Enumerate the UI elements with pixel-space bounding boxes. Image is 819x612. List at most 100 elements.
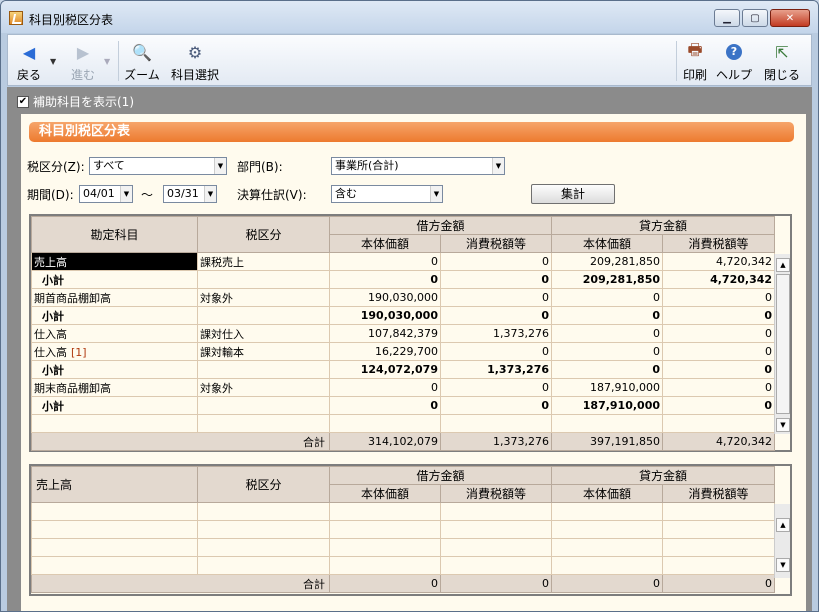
tax-category-label: 税区分(Z): bbox=[27, 160, 85, 174]
scroll-down-icon[interactable]: ▼ bbox=[776, 558, 790, 572]
account-cell: 売上高 bbox=[31, 252, 198, 271]
scroll-down-icon[interactable]: ▼ bbox=[776, 418, 790, 432]
amount-cell: 0 bbox=[551, 360, 664, 379]
table-row[interactable] bbox=[31, 502, 776, 521]
amount-cell: 209,281,850 bbox=[551, 252, 664, 271]
scroll-up-icon[interactable]: ▲ bbox=[776, 258, 790, 272]
tax-column-header[interactable]: 税区分 bbox=[197, 216, 330, 253]
period-to-select[interactable]: 03/31 ▼ bbox=[163, 185, 217, 203]
credit-tax-header: 消費税額等 bbox=[662, 234, 776, 253]
amount-cell: 0 bbox=[439, 252, 553, 271]
table-row[interactable]: 仕入高 課対仕入 107,842,379 1,373,276 0 0 bbox=[31, 324, 776, 343]
tax-cell: 課対仕入 bbox=[197, 324, 330, 343]
aggregate-button[interactable]: 集計 bbox=[531, 184, 615, 204]
maximize-button[interactable]: ▢ bbox=[742, 9, 768, 27]
total-amount-cell: 314,102,079 bbox=[329, 432, 441, 451]
table-row[interactable]: 小計 190,030,000 0 0 0 bbox=[31, 306, 776, 325]
tax-cell: 課税売上 bbox=[197, 252, 330, 271]
back-arrow-icon: ◀ bbox=[22, 42, 36, 62]
amount-cell: 0 bbox=[662, 396, 776, 415]
amount-cell: 0 bbox=[551, 342, 664, 361]
minimize-button[interactable]: ▁ bbox=[714, 9, 740, 27]
total-amount-cell: 0 bbox=[551, 574, 664, 593]
detail-vertical-scrollbar[interactable]: ▲ ▼ bbox=[774, 504, 790, 578]
tax-cell bbox=[197, 306, 330, 325]
chevron-down-icon: ▼ bbox=[430, 186, 442, 202]
amount-cell: 0 bbox=[329, 396, 441, 415]
help-button[interactable]: ? ヘルプ bbox=[714, 39, 754, 83]
app-icon bbox=[9, 11, 23, 25]
detail-tax-header[interactable]: 税区分 bbox=[197, 466, 330, 503]
back-button[interactable]: ◀ 戻る bbox=[14, 39, 44, 83]
account-cell: 小計 bbox=[31, 270, 198, 289]
tax-category-select[interactable]: すべて ▼ bbox=[89, 157, 227, 175]
zoom-button[interactable]: 🔍 ズーム bbox=[122, 39, 162, 83]
chevron-down-icon: ▼ bbox=[204, 186, 216, 202]
detail-account-header[interactable]: 売上高 bbox=[31, 466, 198, 503]
period-from-select[interactable]: 04/01 ▼ bbox=[79, 185, 133, 203]
amount-cell: 0 bbox=[329, 270, 441, 289]
total-amount-cell: 1,373,276 bbox=[439, 432, 553, 451]
select-account-button[interactable]: ⚙ 科目選択 bbox=[170, 39, 220, 83]
account-cell: 小計 bbox=[31, 360, 198, 379]
table-row[interactable]: 期首商品棚卸高 対象外 190,030,000 0 0 0 bbox=[31, 288, 776, 307]
detail-credit-tax-header: 消費税額等 bbox=[662, 484, 776, 503]
credit-base-header: 本体価額 bbox=[551, 234, 664, 253]
amount-cell: 0 bbox=[439, 288, 553, 307]
table-row[interactable]: 小計 0 0 187,910,000 0 bbox=[31, 396, 776, 415]
scroll-up-icon[interactable]: ▲ bbox=[776, 518, 790, 532]
total-row: 合計 314,102,079 1,373,276 397,191,850 4,720,3… bbox=[31, 432, 776, 451]
detail-credit-header: 貸方金額 bbox=[551, 466, 776, 485]
table-row[interactable]: 小計 0 0 209,281,850 4,720,342 bbox=[31, 270, 776, 289]
amount-cell: 0 bbox=[551, 324, 664, 343]
print-button[interactable]: 🖶 印刷 bbox=[680, 39, 710, 83]
report-content: 科目別税区分表 税区分(Z): すべて ▼ 部門(B): 事業所(合計) ▼ 期… bbox=[21, 114, 806, 611]
forward-history-dropdown-icon[interactable]: ▼ bbox=[104, 57, 110, 66]
title-bar: 科目別税区分表 ▁ ▢ ✕ bbox=[1, 1, 818, 33]
detail-debit-base-header: 本体価額 bbox=[329, 484, 441, 503]
help-icon: ? bbox=[724, 42, 744, 62]
amount-cell: 4,720,342 bbox=[662, 252, 776, 271]
close-button[interactable]: ⇱ 閉じる bbox=[760, 39, 804, 83]
amount-cell: 0 bbox=[439, 306, 553, 325]
sub-account-index: [1] bbox=[71, 345, 87, 359]
amount-cell: 124,072,079 bbox=[329, 360, 441, 379]
table-row[interactable]: 仕入高 [1] 課対輸本 16,229,700 0 0 0 bbox=[31, 342, 776, 361]
back-history-dropdown-icon[interactable]: ▼ bbox=[50, 57, 56, 66]
print-icon: 🖶 bbox=[687, 39, 703, 59]
table-row[interactable] bbox=[31, 538, 776, 557]
tax-cell bbox=[197, 270, 330, 289]
table-row[interactable] bbox=[31, 520, 776, 539]
chevron-down-icon: ▼ bbox=[120, 186, 132, 202]
show-sub-accounts-checkbox[interactable]: ✔ bbox=[17, 95, 29, 108]
amount-cell: 0 bbox=[329, 378, 441, 397]
credit-column-header: 貸方金額 bbox=[551, 216, 776, 235]
total-label: 合計 bbox=[31, 574, 330, 593]
closing-entries-label: 決算仕訳(V): bbox=[237, 188, 307, 202]
table-row[interactable] bbox=[31, 556, 776, 575]
forward-button[interactable]: ▶ 進む bbox=[68, 39, 98, 83]
total-amount-cell: 397,191,850 bbox=[551, 432, 664, 451]
account-cell: 小計 bbox=[31, 396, 198, 415]
debit-column-header: 借方金額 bbox=[328, 216, 553, 235]
closing-entries-select[interactable]: 含む ▼ bbox=[331, 185, 443, 203]
table-row[interactable]: 期末商品棚卸高 対象外 0 0 187,910,000 0 bbox=[31, 378, 776, 397]
account-cell: 仕入高 bbox=[31, 324, 198, 343]
close-window-button[interactable]: ✕ bbox=[770, 9, 810, 27]
chevron-down-icon: ▼ bbox=[492, 158, 504, 174]
account-column-header[interactable]: 勘定科目 bbox=[31, 216, 198, 253]
table-row[interactable]: 小計 124,072,079 1,373,276 0 0 bbox=[31, 360, 776, 379]
amount-cell: 0 bbox=[439, 270, 553, 289]
table-row[interactable]: 売上高 課税売上 0 0 209,281,850 4,720,342 bbox=[31, 252, 776, 271]
department-select[interactable]: 事業所(合計) ▼ bbox=[331, 157, 505, 175]
detail-debit-tax-header: 消費税額等 bbox=[439, 484, 553, 503]
scroll-thumb[interactable] bbox=[776, 274, 790, 414]
account-cell: 期末商品棚卸高 bbox=[31, 378, 198, 397]
select-account-icon: ⚙ bbox=[187, 42, 203, 62]
amount-cell: 190,030,000 bbox=[329, 288, 441, 307]
show-sub-accounts-option[interactable]: ✔ 補助科目を表示(1) bbox=[17, 93, 134, 110]
department-label: 部門(B): bbox=[237, 160, 283, 174]
vertical-scrollbar[interactable]: ▲ ▼ bbox=[774, 254, 790, 434]
exit-door-icon: ⇱ bbox=[775, 42, 789, 62]
main-panel: ✔ 補助科目を表示(1) 科目別税区分表 税区分(Z): すべて ▼ 部門(B)… bbox=[7, 87, 812, 611]
